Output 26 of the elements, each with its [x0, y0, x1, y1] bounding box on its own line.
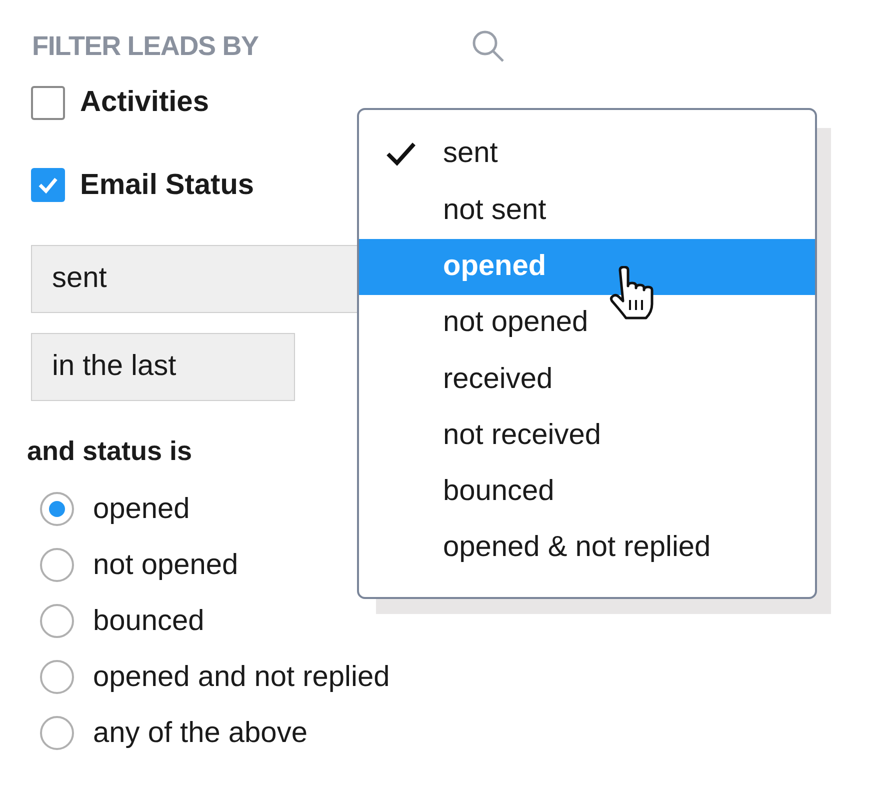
- menu-item[interactable]: not received: [359, 407, 815, 464]
- checkbox[interactable]: [31, 86, 65, 120]
- radio-label: any of the above: [93, 716, 308, 750]
- filter-label: Email Status: [80, 168, 254, 202]
- menu-item[interactable]: not sent: [359, 182, 815, 239]
- status-label: and status is: [27, 436, 192, 466]
- radio-button[interactable]: [40, 716, 74, 750]
- select-field[interactable]: in the last: [31, 333, 295, 401]
- menu-item[interactable]: opened & not replied: [359, 520, 815, 576]
- filter-label: Activities: [80, 85, 209, 120]
- radio-label: bounced: [93, 604, 204, 638]
- search-icon[interactable]: [470, 28, 506, 64]
- radio-label: not opened: [93, 548, 238, 582]
- radio-label: opened and not replied: [93, 660, 390, 694]
- radio-label: opened: [93, 492, 190, 526]
- radio-button[interactable]: [40, 604, 74, 638]
- radio-button[interactable]: [40, 548, 74, 582]
- radio-button[interactable]: [40, 492, 74, 526]
- filter-heading: FILTER LEADS BY: [32, 30, 258, 63]
- menu-item[interactable]: sent: [359, 126, 815, 182]
- check-icon: [385, 141, 417, 168]
- radio-button[interactable]: [40, 660, 74, 694]
- hand-cursor-icon: [608, 266, 656, 320]
- menu-item[interactable]: bounced: [359, 464, 815, 520]
- checkbox[interactable]: [31, 168, 65, 202]
- menu-item[interactable]: received: [359, 351, 815, 408]
